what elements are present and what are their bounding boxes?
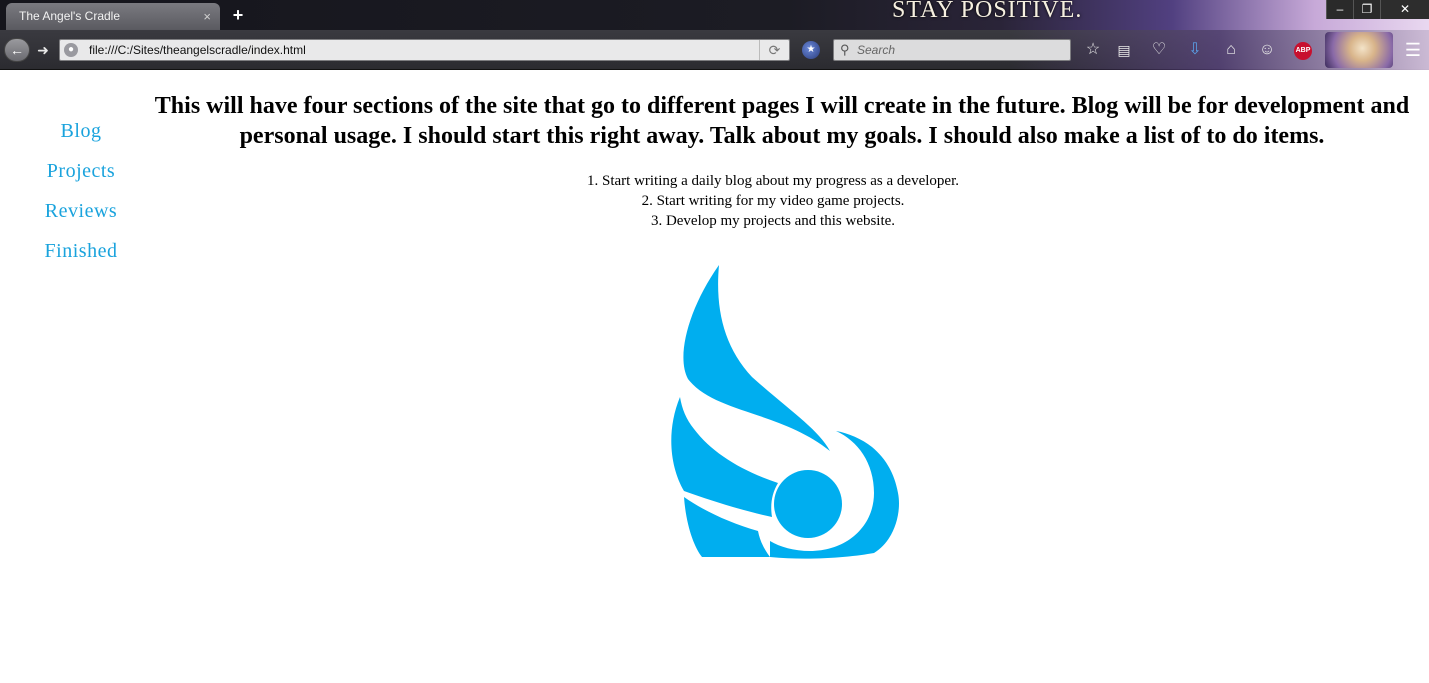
page-heading: This will have four sections of the site… [154, 93, 1410, 149]
todo-list: 1. Start writing a daily blog about my p… [150, 171, 1396, 231]
wing-upper-feather [683, 265, 830, 451]
reload-icon[interactable]: ⟳ [759, 40, 789, 60]
pocket-icon[interactable]: ♡ [1149, 40, 1169, 60]
download-icon[interactable]: ⇩ [1185, 40, 1205, 60]
sidebar-item-projects[interactable]: Projects [22, 159, 140, 199]
todo-item: 2. Start writing for my video game proje… [641, 193, 905, 209]
avatar[interactable] [1325, 32, 1393, 68]
home-icon[interactable]: ⌂ [1221, 40, 1241, 60]
menu-icon[interactable]: ☰ [1402, 39, 1424, 61]
url-text[interactable]: file:///C:/Sites/theangelscradle/index.h… [89, 40, 306, 60]
sidebar-nav: Blog Projects Reviews Finished [22, 119, 140, 279]
close-window-button[interactable]: ✕ [1380, 0, 1429, 19]
browser-tab[interactable]: The Angel's Cradle × [6, 3, 220, 30]
back-icon: ← [10, 42, 24, 58]
navigation-toolbar: ← ➜ ● file:///C:/Sites/theangelscradle/i… [0, 30, 1429, 70]
search-input[interactable] [857, 41, 1067, 59]
minimize-button[interactable]: ‒ [1326, 0, 1353, 19]
globe-icon[interactable]: ● [64, 43, 78, 57]
search-icon: ⚲ [840, 42, 850, 57]
new-tab-button[interactable]: + [229, 4, 247, 26]
window-controls: ‒ ❐ ✕ [1326, 0, 1429, 19]
tab-close-icon[interactable]: × [203, 3, 211, 30]
sidebar-item-blog[interactable]: Blog [22, 119, 140, 159]
angel-wing-logo [671, 265, 899, 559]
smiley-icon[interactable]: ☺ [1257, 40, 1277, 60]
extension-icon[interactable]: ★ [802, 41, 820, 59]
sidebar-item-finished[interactable]: Finished [22, 239, 140, 279]
theme-banner-text: STAY POSITIVE. [892, 0, 1083, 23]
url-bar[interactable]: ● file:///C:/Sites/theangelscradle/index… [59, 39, 790, 61]
back-button[interactable]: ← [4, 38, 30, 62]
forward-icon: ➜ [37, 42, 49, 58]
tab-title: The Angel's Cradle [19, 9, 121, 23]
adblock-icon[interactable]: ABP [1294, 42, 1312, 60]
sidebar-item-reviews[interactable]: Reviews [22, 199, 140, 239]
star-icon[interactable]: ☆ [1083, 40, 1103, 60]
todo-item: 1. Start writing a daily blog about my p… [586, 173, 959, 189]
restore-button[interactable]: ❐ [1353, 0, 1380, 19]
reading-list-icon[interactable]: ▤ [1114, 40, 1134, 60]
forward-button[interactable]: ➜ [33, 40, 53, 60]
todo-item: 3. Develop my projects and this website. [650, 213, 896, 229]
halo-orb [774, 470, 842, 538]
search-box[interactable]: ⚲ [833, 39, 1071, 61]
web-page: Blog Projects Reviews Finished This will… [0, 71, 1429, 683]
title-bar: The Angel's Cradle × + STAY POSITIVE. ‒ … [0, 0, 1429, 30]
